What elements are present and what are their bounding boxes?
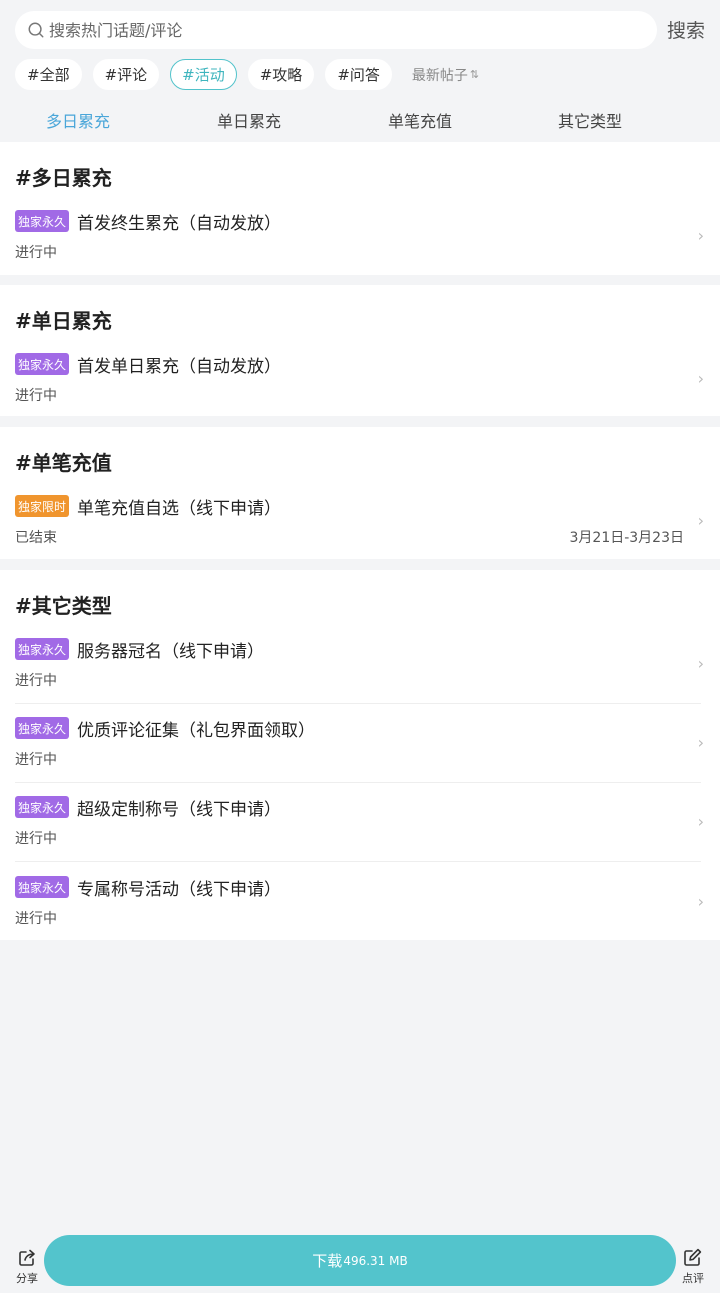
item-date-range: 3月21日-3月23日 <box>569 530 685 546</box>
tab-single-day[interactable]: 单日累充 <box>217 108 281 132</box>
item-status: 进行中 <box>15 673 57 689</box>
divider <box>15 782 701 783</box>
section-single-day: #单日累充 独家永久 首发单日累充（自动发放） 进行中 › <box>0 285 720 416</box>
chevron-right-icon: › <box>697 511 704 530</box>
badge-permanent: 独家永久 <box>15 796 70 818</box>
section-title: #多日累充 <box>15 166 112 190</box>
section-title: #单日累充 <box>15 309 112 333</box>
tag-events[interactable]: #活动 <box>170 59 237 90</box>
list-item[interactable]: 独家永久 专属称号活动（线下申请） 进行中 › <box>0 866 720 940</box>
bottom-bar: 分享 下载 496.31 MB 点评 <box>0 1232 720 1293</box>
chevron-right-icon: › <box>697 369 704 388</box>
section-other: #其它类型 独家永久 服务器冠名（线下申请） 进行中 › 独家永久 优质评论征集… <box>0 570 720 940</box>
chevron-right-icon: › <box>697 733 704 752</box>
review-label: 点评 <box>682 1272 704 1285</box>
list-item[interactable]: 独家限时 单笔充值自选（线下申请） 已结束 3月21日-3月23日 › <box>0 485 720 559</box>
list-item[interactable]: 独家永久 首发单日累充（自动发放） 进行中 › <box>0 343 720 416</box>
badge-permanent: 独家永久 <box>15 210 70 232</box>
share-icon <box>19 1249 35 1266</box>
search-button[interactable]: 搜索 <box>667 16 705 43</box>
section-title: #单笔充值 <box>15 451 112 475</box>
item-status: 进行中 <box>15 245 57 261</box>
edit-icon <box>684 1248 702 1266</box>
list-item[interactable]: 独家永久 超级定制称号（线下申请） 进行中 › <box>0 786 720 861</box>
list-item[interactable]: 独家永久 优质评论征集（礼包界面领取） 进行中 › <box>0 707 720 782</box>
tab-multi-day[interactable]: 多日累充 <box>46 108 110 132</box>
search-icon <box>28 22 44 38</box>
tab-single-charge[interactable]: 单笔充值 <box>388 108 452 132</box>
item-status: 已结束 <box>15 530 57 546</box>
tab-other[interactable]: 其它类型 <box>558 108 622 132</box>
item-status: 进行中 <box>15 831 57 847</box>
badge-limited: 独家限时 <box>15 495 70 517</box>
download-label: 下载 <box>312 1252 343 1270</box>
item-title: 服务器冠名（线下申请） <box>77 642 264 662</box>
sort-button[interactable]: 最新帖子 ⇅ <box>412 65 479 85</box>
item-title: 首发单日累充（自动发放） <box>77 357 281 377</box>
section-title: #其它类型 <box>15 594 112 618</box>
download-button[interactable]: 下载 496.31 MB <box>44 1235 676 1286</box>
item-status: 进行中 <box>15 388 57 404</box>
section-single-charge: #单笔充值 独家限时 单笔充值自选（线下申请） 已结束 3月21日-3月23日 … <box>0 427 720 559</box>
sort-arrows-icon: ⇅ <box>469 68 480 81</box>
list-item[interactable]: 独家永久 首发终生累充（自动发放） 进行中 › <box>0 200 720 275</box>
sort-label: 最新帖子 <box>411 67 468 84</box>
badge-permanent: 独家永久 <box>15 717 70 739</box>
item-title: 首发终生累充（自动发放） <box>77 214 281 234</box>
search-box[interactable] <box>15 11 657 49</box>
badge-permanent: 独家永久 <box>15 353 70 375</box>
tag-filter-bar: #全部 #评论 #活动 #攻略 #问答 最新帖子 ⇅ <box>15 59 479 90</box>
item-title: 优质评论征集（礼包界面领取） <box>77 721 315 741</box>
tag-guides[interactable]: #攻略 <box>247 59 315 90</box>
chevron-right-icon: › <box>697 892 704 911</box>
chevron-right-icon: › <box>697 654 704 673</box>
item-status: 进行中 <box>15 752 57 768</box>
item-title: 超级定制称号（线下申请） <box>77 800 281 820</box>
divider <box>15 703 701 704</box>
share-button[interactable]: 分享 <box>14 1248 40 1286</box>
chevron-right-icon: › <box>697 226 704 245</box>
badge-permanent: 独家永久 <box>15 876 70 898</box>
share-label: 分享 <box>16 1272 38 1285</box>
item-status: 进行中 <box>15 911 57 927</box>
tag-qa[interactable]: #问答 <box>325 59 392 90</box>
review-button[interactable]: 点评 <box>680 1248 706 1286</box>
tag-comments[interactable]: #评论 <box>92 59 160 90</box>
search-input[interactable] <box>49 20 609 40</box>
item-title: 单笔充值自选（线下申请） <box>77 499 281 519</box>
section-multi-day: #多日累充 独家永久 首发终生累充（自动发放） 进行中 › <box>0 142 720 275</box>
divider <box>15 861 701 862</box>
item-title: 专属称号活动（线下申请） <box>77 880 281 900</box>
top-bar: 搜索 #全部 #评论 #活动 #攻略 #问答 最新帖子 ⇅ 多日累充 单日累充 … <box>0 0 720 142</box>
list-item[interactable]: 独家永久 服务器冠名（线下申请） 进行中 › <box>0 628 720 703</box>
tag-all[interactable]: #全部 <box>15 59 82 90</box>
category-tabs: 多日累充 单日累充 单笔充值 其它类型 <box>0 108 720 134</box>
chevron-right-icon: › <box>697 812 704 831</box>
download-size: 496.31 MB <box>343 1253 408 1268</box>
badge-permanent: 独家永久 <box>15 638 70 660</box>
